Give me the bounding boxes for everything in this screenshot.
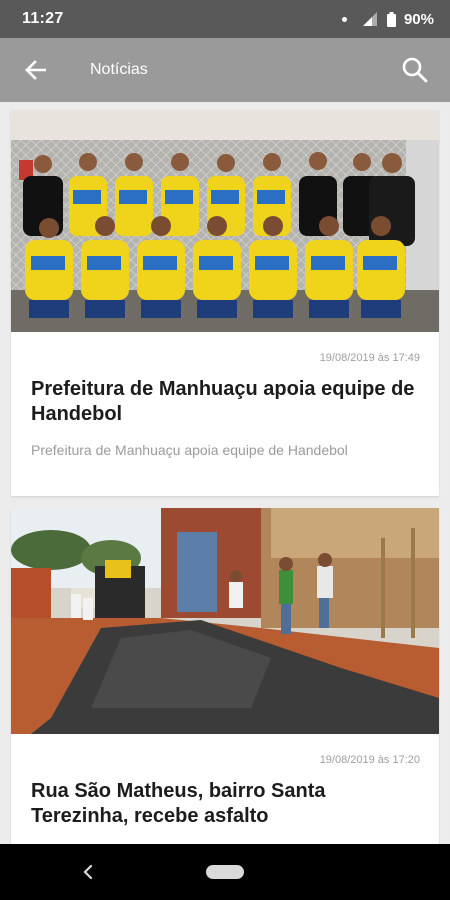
road-photo <box>11 508 439 734</box>
team-photo <box>11 110 439 332</box>
home-pill-icon[interactable] <box>206 865 244 879</box>
nav-back-icon[interactable] <box>78 862 98 882</box>
notification-dot-icon <box>341 16 347 22</box>
news-image-handball-team[interactable] <box>11 110 439 332</box>
back-button[interactable] <box>0 38 70 102</box>
news-title[interactable]: Prefeitura de Manhuaçu apoia equipe de H… <box>11 377 439 427</box>
news-date: 19/08/2019 às 17:49 <box>319 352 420 364</box>
status-time: 11:27 <box>22 10 64 27</box>
app-bar: Notícias <box>0 38 450 102</box>
news-list[interactable]: 19/08/2019 às 17:49 Prefeitura de Manhua… <box>0 102 450 844</box>
search-icon <box>402 57 428 83</box>
battery-level: 90% <box>403 10 434 28</box>
status-bar: 11:27 90% <box>0 0 450 38</box>
news-summary: Prefeitura de Manhuaçu apoia equipe de H… <box>31 442 348 458</box>
status-indicators: 90% <box>341 10 434 28</box>
news-card[interactable]: 19/08/2019 às 17:20 Rua São Matheus, bai… <box>11 508 439 844</box>
signal-icon <box>362 12 377 26</box>
back-arrow-icon <box>25 60 46 80</box>
news-date: 19/08/2019 às 17:20 <box>319 754 420 766</box>
system-nav-bar <box>0 844 450 900</box>
news-title[interactable]: Rua São Matheus, bairro Santa Terezinha,… <box>11 779 439 829</box>
news-image-road-paving[interactable] <box>11 508 439 734</box>
battery-icon <box>386 11 396 27</box>
news-card[interactable]: 19/08/2019 às 17:49 Prefeitura de Manhua… <box>11 110 439 496</box>
search-button[interactable] <box>380 38 450 102</box>
page-title: Notícias <box>90 61 148 78</box>
